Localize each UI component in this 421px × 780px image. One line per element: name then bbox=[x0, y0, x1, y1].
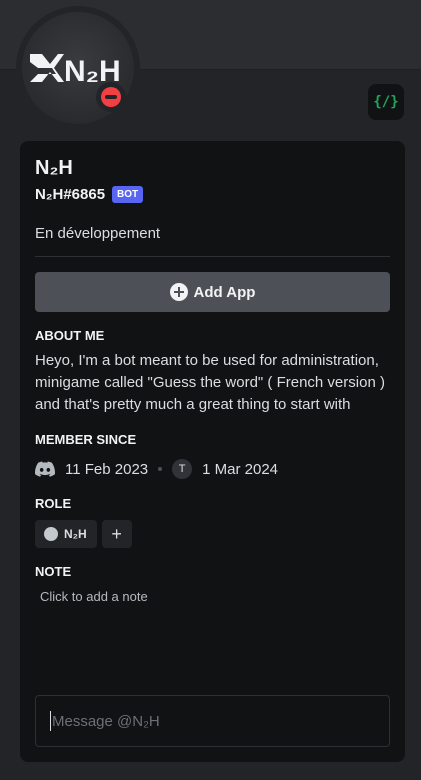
username[interactable]: N₂H#6865 bbox=[35, 186, 105, 203]
profile-card: N₂H N₂H#6865 BOT En développement Add Ap… bbox=[20, 141, 405, 762]
member-since-heading: Member Since bbox=[35, 432, 137, 447]
message-placeholder: Message @N₂H bbox=[52, 712, 160, 730]
role-list: N₂H + bbox=[35, 520, 390, 548]
note-input[interactable]: Click to add a note bbox=[40, 588, 390, 606]
role-heading: Role bbox=[35, 496, 72, 511]
add-app-label: Add App bbox=[193, 283, 256, 301]
display-name: N₂H bbox=[35, 157, 73, 179]
add-app-button[interactable]: Add App bbox=[35, 272, 390, 312]
note-heading: Note bbox=[35, 564, 72, 579]
discord-icon bbox=[35, 461, 55, 477]
plus-circle-icon bbox=[169, 283, 188, 301]
divider bbox=[35, 256, 390, 257]
add-role-button[interactable]: + bbox=[101, 520, 132, 548]
about-me-heading: About Me bbox=[35, 328, 105, 343]
text-caret bbox=[50, 711, 51, 731]
discord-join-date: 11 Feb 2023 bbox=[65, 460, 149, 478]
dnd-status-icon bbox=[96, 82, 126, 112]
bot-tag: BOT bbox=[112, 185, 144, 203]
custom-status: En développement bbox=[35, 225, 161, 242]
avatar-frame: N₂H bbox=[16, 6, 140, 130]
server-join-date: 1 Mar 2024 bbox=[202, 460, 279, 478]
active-developer-badge-icon[interactable]: {/} bbox=[368, 84, 404, 120]
role-name: N₂H bbox=[64, 527, 87, 541]
separator-dot bbox=[158, 467, 163, 471]
about-me-text: Heyo, I'm a bot meant to be used for adm… bbox=[35, 352, 385, 413]
role-pill[interactable]: N₂H bbox=[35, 520, 97, 548]
role-color-dot bbox=[44, 527, 58, 541]
username-row: N₂H#6865 BOT bbox=[35, 183, 390, 205]
message-input[interactable]: Message @N₂H bbox=[35, 695, 390, 747]
server-icon: T bbox=[172, 459, 193, 479]
member-since-row: 11 Feb 2023 T 1 Mar 2024 bbox=[35, 458, 390, 480]
